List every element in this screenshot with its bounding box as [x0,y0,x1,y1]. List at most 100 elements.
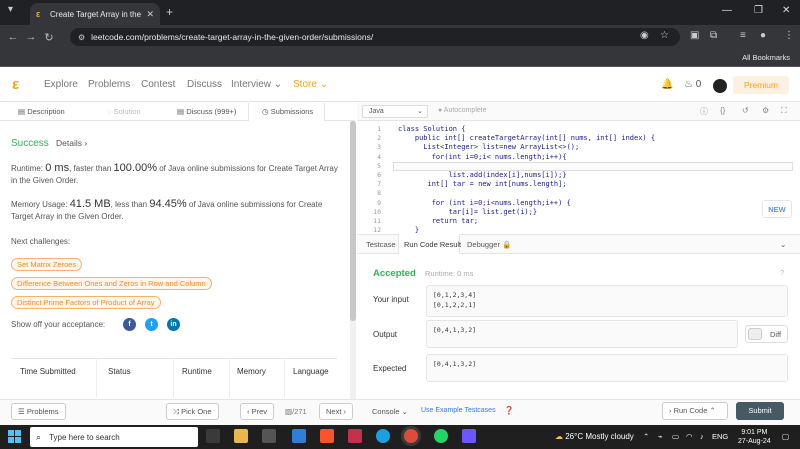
problems-list-button[interactable]: ☰ Problems [11,403,66,420]
column-divider [229,358,230,398]
premium-button[interactable]: Premium [733,76,789,94]
run-code-button[interactable]: › Run Code ⌃ [662,402,728,420]
nav-explore[interactable]: Explore [44,79,78,90]
submit-button[interactable]: Submit [736,402,784,420]
all-bookmarks[interactable]: All Bookmarks [742,53,790,62]
nav-store[interactable]: Store ⌄ [293,79,328,90]
bookmark-star-icon[interactable]: ☆ [660,30,669,41]
battery-icon[interactable]: ▭ [672,432,679,441]
app-icon[interactable] [348,429,362,443]
th-runtime[interactable]: Runtime [182,367,212,376]
browser-tab[interactable]: ε Create Target Array in the Given ✕ [30,3,160,25]
wifi-icon[interactable]: ◠ [686,432,693,441]
close-window-icon[interactable]: ✕ [782,5,790,16]
new-tab-icon[interactable]: + [166,5,173,19]
notification-bell-icon[interactable]: 🔔 [661,79,673,90]
reload-icon[interactable]: ↻ [40,31,58,44]
challenge-set-matrix-zeroes[interactable]: Set Matrix Zeroes [11,258,83,271]
tab-description[interactable]: ▤ Description [18,107,65,116]
twitter-icon[interactable]: t [145,318,158,331]
chrome-browser-icon[interactable] [404,429,418,443]
whatsapp-icon[interactable] [434,429,448,443]
braces-icon[interactable]: {} [720,106,725,115]
forward-icon[interactable]: → [22,31,40,43]
back-icon[interactable]: ← [4,31,22,43]
th-memory[interactable]: Memory [237,367,266,376]
fullscreen-icon[interactable]: ⛶ [781,106,787,116]
tray-chevron-icon[interactable]: ⌃ [643,432,649,441]
media-icon[interactable]: ≡ [740,30,746,41]
menu-dots-icon[interactable]: ⋮ [784,30,794,41]
extension-icon[interactable]: ▣ [690,30,699,41]
facebook-icon[interactable]: f [123,318,136,331]
network-icon[interactable]: ⌁ [658,432,663,441]
prev-button[interactable]: ‹ Prev [240,403,275,420]
settings-icon[interactable]: ⚙ [762,106,769,115]
th-time-submitted[interactable]: Time Submitted [20,367,76,376]
new-feature-badge[interactable]: NEW [762,200,792,218]
tab-debugger-label: Debugger [467,240,500,249]
page-indicator[interactable]: ▨/271 [285,407,307,416]
linkedin-icon[interactable]: in [167,318,180,331]
file-explorer-icon[interactable] [234,429,248,443]
system-clock[interactable]: 9:01 PM 27-Aug-24 [738,428,771,446]
nav-discuss[interactable]: Discuss [187,79,222,90]
site-info-icon[interactable]: ⚙ [78,33,85,42]
left-scrollbar-thumb[interactable] [350,121,356,321]
autocomplete-toggle[interactable]: ● Autocomplete [438,107,487,114]
avatar[interactable] [713,79,727,93]
tab-discuss[interactable]: ▤ Discuss (999+) [177,107,236,116]
challenge-difference-ones-zeros[interactable]: Difference Between Ones and Zeros in Row… [11,277,212,290]
th-language[interactable]: Language [293,367,329,376]
mail-icon[interactable] [292,429,306,443]
line-number: 8 [377,189,381,198]
info-icon[interactable]: ⓘ [700,106,708,117]
tab-run-code-result[interactable]: Run Code Result [404,240,461,249]
tab-submissions[interactable]: ◷ Submissions [262,107,313,116]
close-tab-icon[interactable]: ✕ [146,9,154,20]
weather-widget[interactable]: ☁ 26°C Mostly cloudy [555,432,634,441]
chevron-left-icon: ‹ [247,407,250,416]
brave-browser-icon[interactable] [320,429,334,443]
nav-contest[interactable]: Contest [141,79,175,90]
nav-interview[interactable]: Interview ⌄ [231,79,282,90]
language-select[interactable]: Java ⌄ [362,105,428,118]
restore-icon[interactable]: ❐ [754,5,763,16]
nav-problems[interactable]: Problems [88,79,130,90]
challenge-distinct-prime-factors[interactable]: Distinct Prime Factors of Product of Arr… [11,296,161,309]
task-view-icon[interactable] [206,429,220,443]
taskbar-search[interactable]: ⌕ Type here to search [30,427,198,447]
reset-icon[interactable]: ↺ [742,106,749,115]
chevron-down-icon: ⌄ [319,79,329,90]
collapse-chevron-icon[interactable]: ⌄ [780,240,786,249]
incognito-eye-icon[interactable]: ◉ [640,30,649,41]
tab-debugger[interactable]: Debugger 🔒 [467,240,511,249]
windows-start-icon[interactable] [8,430,21,443]
points[interactable]: ♨ 0 [684,79,701,90]
address-bar[interactable]: ⚙ leetcode.com/problems/create-target-ar… [70,28,680,46]
tab-testcase[interactable]: Testcase [366,240,396,249]
intellij-icon[interactable] [462,429,476,443]
extensions-puzzle-icon[interactable]: ⧉ [710,30,717,41]
console-toggle[interactable]: Console ⌄ [372,407,408,416]
profile-icon[interactable]: ● [760,30,766,41]
notifications-icon[interactable]: ▢ [782,432,789,441]
help-icon[interactable]: ❓ [504,406,514,415]
edge-browser-icon[interactable] [376,429,390,443]
store-icon[interactable] [262,429,276,443]
use-example-testcases-link[interactable]: Use Example Testcases [421,407,496,414]
help-icon[interactable]: ? [780,268,784,277]
th-status[interactable]: Status [108,367,131,376]
diff-switch[interactable] [748,328,762,340]
next-label: Next [326,407,342,416]
tab-search-icon[interactable]: ▾ [8,4,24,20]
pick-one-button[interactable]: ⤨ Pick One [166,403,219,420]
chevron-right-icon: › [343,407,347,416]
volume-icon[interactable]: ♪ [700,432,704,441]
input-language[interactable]: ENG [712,432,728,441]
leetcode-logo[interactable]: ε [12,76,19,93]
details-link[interactable]: Details › [56,138,87,148]
tab-solution[interactable]: ◌ Solution [107,107,141,116]
minimize-icon[interactable]: — [722,5,732,16]
next-button[interactable]: Next › [319,403,354,420]
